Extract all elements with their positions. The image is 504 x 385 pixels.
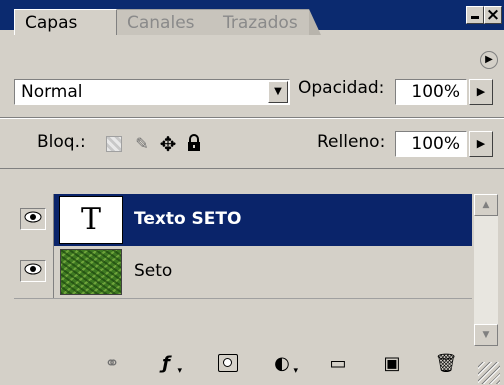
new-layer-icon: ▣: [383, 353, 401, 374]
eye-icon[interactable]: [20, 260, 46, 282]
arrow-right-icon: ▶: [476, 85, 486, 98]
dropdown-arrow-icon: ▾: [177, 366, 182, 376]
layer-row[interactable]: T Texto SETO: [14, 194, 472, 246]
layer-name[interactable]: Texto SETO: [134, 209, 241, 229]
visibility-cell: [14, 194, 54, 246]
move-icon[interactable]: ✥: [158, 134, 178, 154]
hedge-layer-thumbnail[interactable]: [60, 249, 122, 295]
tab-canales[interactable]: Canales: [117, 9, 213, 35]
arrow-down-icon: ▼: [482, 330, 490, 340]
arrow-right-icon: ▶: [476, 137, 486, 150]
tab-capas[interactable]: Capas: [14, 9, 117, 35]
opacity-input[interactable]: 100%: [395, 79, 467, 105]
minimize-icon: [471, 16, 479, 19]
arrow-up-icon: ▲: [482, 200, 490, 210]
paintbrush-icon[interactable]: ✎: [132, 134, 152, 154]
tab-divider: [309, 9, 321, 35]
tab-trazados[interactable]: Trazados: [213, 9, 309, 35]
adjustment-layer-button[interactable]: ◐ ▾: [268, 352, 298, 376]
minimize-button[interactable]: [466, 6, 484, 24]
close-button[interactable]: ×: [484, 5, 502, 25]
new-group-icon: ▭: [329, 353, 347, 374]
close-icon: ×: [485, 5, 501, 25]
visibility-cell: [14, 246, 54, 298]
adjustment-layer-icon: ◐: [274, 353, 290, 374]
palette-menu-button[interactable]: ▶: [480, 51, 498, 69]
delete-layer-button[interactable]: 🗑: [432, 352, 460, 376]
blend-mode-value: Normal: [21, 82, 83, 102]
separator: [0, 118, 504, 119]
scrollbar[interactable]: ▲ ▼: [474, 194, 498, 346]
dropdown-arrow-icon: ▾: [293, 366, 298, 376]
eye-icon[interactable]: [20, 208, 46, 230]
scroll-down-button[interactable]: ▼: [474, 324, 498, 346]
new-group-button[interactable]: ▭: [324, 352, 352, 376]
text-layer-thumbnail[interactable]: T: [59, 196, 123, 244]
fill-slider-button[interactable]: ▶: [469, 131, 493, 157]
fill-label: Relleno:: [317, 132, 386, 152]
palette-menu-icon: ▶: [485, 54, 493, 65]
bottom-toolbar: [0, 346, 504, 385]
layer-name[interactable]: Seto: [134, 261, 172, 281]
opacity-label: Opacidad:: [298, 78, 385, 98]
link-icon[interactable]: ⚭: [98, 352, 126, 376]
scroll-up-button[interactable]: ▲: [474, 194, 498, 216]
opacity-slider-button[interactable]: ▶: [469, 79, 493, 105]
trash-icon: 🗑: [434, 353, 458, 374]
lock-transparent-icon[interactable]: [106, 136, 122, 152]
resize-grip[interactable]: [478, 362, 500, 384]
fill-input[interactable]: 100%: [395, 131, 467, 157]
layer-style-icon: ƒ: [162, 353, 170, 374]
dropdown-arrow-icon[interactable]: ▼: [268, 81, 288, 103]
new-layer-button[interactable]: ▣: [378, 352, 406, 376]
layer-row[interactable]: Seto: [14, 246, 472, 299]
add-mask-button[interactable]: [214, 352, 242, 376]
lock-label: Bloq.:: [37, 132, 86, 152]
separator: [0, 168, 504, 169]
layer-mask-icon: [218, 354, 238, 372]
blend-mode-select[interactable]: Normal ▼: [14, 79, 290, 105]
layer-list-empty-area: [14, 298, 472, 347]
padlock-icon[interactable]: [184, 134, 204, 154]
layer-style-button[interactable]: ƒ ▾: [152, 352, 182, 376]
